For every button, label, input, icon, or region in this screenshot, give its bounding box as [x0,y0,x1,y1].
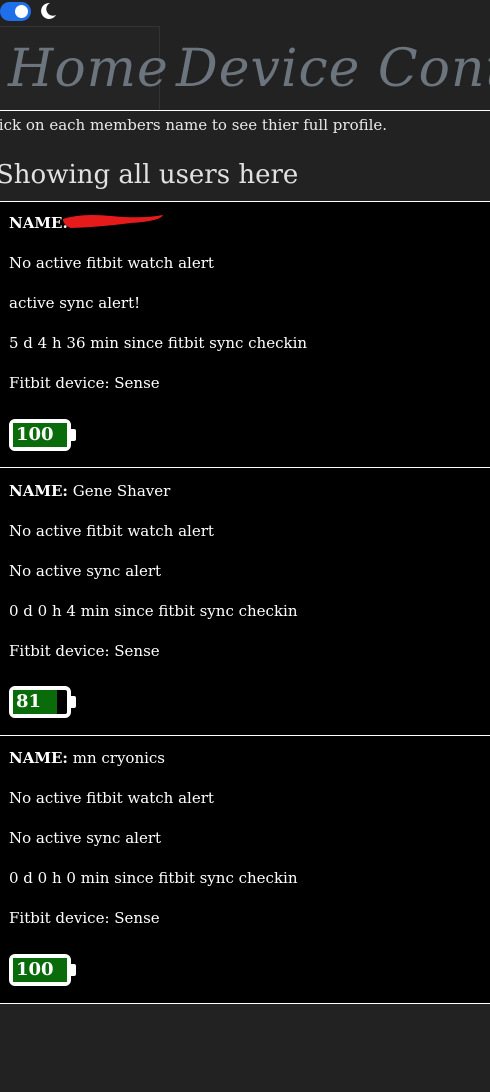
redaction-mark [63,215,163,228]
battery-indicator: 81 [9,686,76,718]
watch-alert-status: No active fitbit watch alert [9,522,214,540]
user-name-link[interactable]: Gene Shaver [73,482,171,500]
watch-alert-status: No active fitbit watch alert [9,254,214,272]
device-model: Fitbit device: Sense [9,642,160,660]
user-card: NAME: Gene Shaver No active fitbit watch… [0,468,490,735]
battery-level: 100 [16,959,54,980]
battery-indicator: 100 [9,954,76,986]
nav-divider [0,110,490,111]
battery-level: 81 [16,691,42,712]
nav-bar: Home Device Contro [0,26,490,111]
nav-device-control-link[interactable]: Device Contro [176,36,490,102]
battery-level: 100 [16,424,54,445]
toggle-knob [15,5,28,18]
battery-tip [71,429,76,441]
sync-checkin-time: 0 d 0 h 0 min since fitbit sync checkin [9,869,298,887]
page: Home Device Contro lick on each members … [0,0,490,1092]
user-name-link[interactable]: mn cryonics [73,749,165,767]
name-label: NAME: [9,214,68,232]
device-model: Fitbit device: Sense [9,374,160,392]
user-card: NAME: No active fitbit watch alert activ… [0,202,490,467]
theme-toggle[interactable] [0,2,31,21]
name-label: NAME: [9,749,68,767]
device-model: Fitbit device: Sense [9,909,160,927]
battery-tip [71,964,76,976]
user-name-row[interactable]: NAME: [9,214,68,232]
sync-alert-status: No active sync alert [9,829,162,847]
sync-alert-status: active sync alert! [9,294,141,312]
sync-checkin-time: 0 d 0 h 4 min since fitbit sync checkin [9,602,298,620]
battery-indicator: 100 [9,419,76,451]
user-name-row[interactable]: NAME: Gene Shaver [9,482,170,500]
moon-icon [41,2,56,19]
nav-home-link[interactable]: Home [8,36,169,102]
watch-alert-status: No active fitbit watch alert [9,789,214,807]
intro-text: lick on each members name to see thier f… [0,116,388,134]
battery-tip [71,696,76,708]
user-card: NAME: mn cryonics No active fitbit watch… [0,736,490,1003]
card-divider [0,1003,490,1004]
page-heading: Showing all users here [0,160,299,190]
sync-checkin-time: 5 d 4 h 36 min since fitbit sync checkin [9,334,308,352]
sync-alert-status: No active sync alert [9,562,162,580]
name-label: NAME: [9,482,68,500]
user-name-row[interactable]: NAME: mn cryonics [9,749,165,767]
